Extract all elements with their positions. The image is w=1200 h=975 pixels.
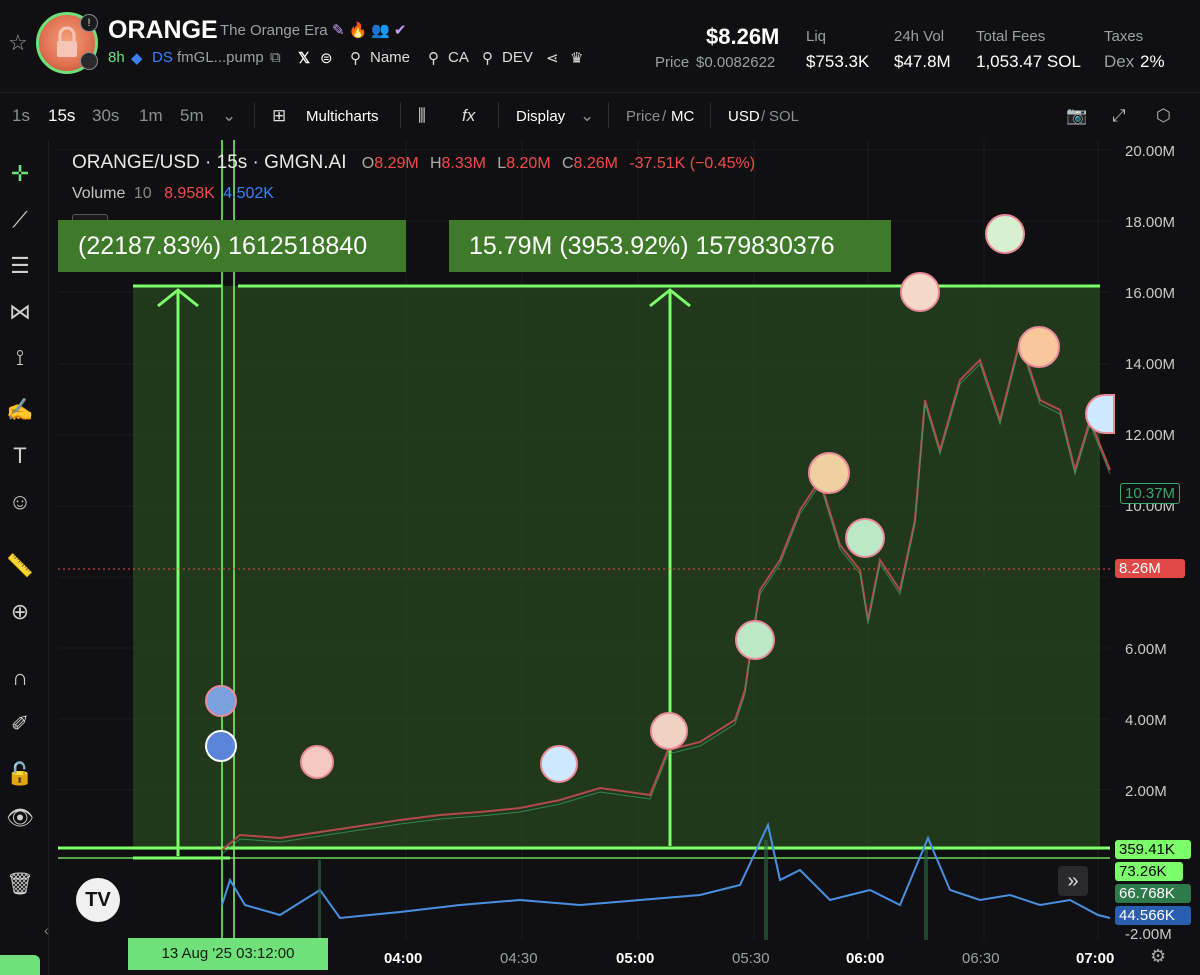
price-tag-359k: 359.41K	[1115, 840, 1191, 859]
x-tick: 05:30	[732, 950, 770, 967]
price-tag-high: 10.37M	[1120, 483, 1181, 504]
volume-b: 4.502K	[223, 185, 274, 202]
volume-length: 10	[133, 185, 152, 202]
measure-region	[133, 286, 1100, 850]
y-tick: 16.00M	[1125, 285, 1176, 302]
measure-label-right: 15.79M (3953.92%) 1579830376	[449, 220, 891, 272]
y-tick: 18.00M	[1125, 214, 1176, 231]
close-value: 8.26M	[573, 155, 618, 172]
avatar[interactable]	[845, 518, 885, 558]
volume-label: Volume	[72, 185, 126, 202]
avatar[interactable]	[1018, 326, 1060, 368]
scroll-to-latest-icon[interactable]: »	[1058, 866, 1088, 896]
y-tick: 14.00M	[1125, 356, 1176, 373]
volume-tag-66k: 66.768K	[1115, 884, 1191, 903]
volume-tag-44k: 44.566K	[1115, 906, 1191, 925]
avatar[interactable]	[985, 214, 1025, 254]
volume-a: 8.958K	[164, 185, 215, 202]
change-value: -37.51K (−0.45%)	[629, 155, 756, 172]
chart-legend: ORANGE/USD · 15s · GMGN.AI O8.29M H8.33M…	[72, 152, 756, 173]
avatar[interactable]	[735, 620, 775, 660]
axis-settings-icon[interactable]: ⚙	[1150, 946, 1166, 967]
measure-label-left: (22187.83%) 1612518840	[58, 220, 406, 272]
x-tick: 06:00	[846, 950, 885, 967]
avatar-m[interactable]	[205, 730, 237, 762]
x-tick: 05:00	[616, 950, 655, 967]
avatar[interactable]	[540, 745, 578, 783]
x-tick: 07:00	[1076, 950, 1115, 967]
y-tick: 6.00M	[1125, 641, 1167, 658]
avatar[interactable]	[900, 272, 940, 312]
low-value: 8.20M	[506, 155, 551, 172]
high-value: 8.33M	[441, 155, 486, 172]
price-tag-current: 8.26M	[1115, 559, 1185, 578]
pair-line: ORANGE/USD · 15s · GMGN.AI	[72, 152, 347, 173]
y-tick: 4.00M	[1125, 712, 1167, 729]
tradingview-logo[interactable]: TV	[76, 878, 120, 922]
y-tick: 12.00M	[1125, 427, 1176, 444]
y-tick: -2.00M	[1125, 926, 1172, 943]
x-tick: 04:30	[500, 950, 538, 967]
crosshair-date-label: 13 Aug '25 03:12:00	[128, 938, 328, 970]
y-tick: 20.00M	[1125, 143, 1176, 160]
price-chart[interactable]	[0, 0, 1200, 975]
y-tick: 2.00M	[1125, 783, 1167, 800]
avatar[interactable]	[205, 685, 237, 717]
x-tick: 06:30	[962, 950, 1000, 967]
status-indicator	[0, 955, 40, 975]
avatar[interactable]	[650, 712, 688, 750]
open-value: 8.29M	[374, 155, 419, 172]
avatar[interactable]	[808, 452, 850, 494]
x-tick: 04:00	[384, 950, 423, 967]
price-tag-73k: 73.26K	[1115, 862, 1183, 881]
avatar[interactable]	[300, 745, 334, 779]
volume-legend: Volume 10 8.958K 4.502K	[72, 185, 274, 203]
